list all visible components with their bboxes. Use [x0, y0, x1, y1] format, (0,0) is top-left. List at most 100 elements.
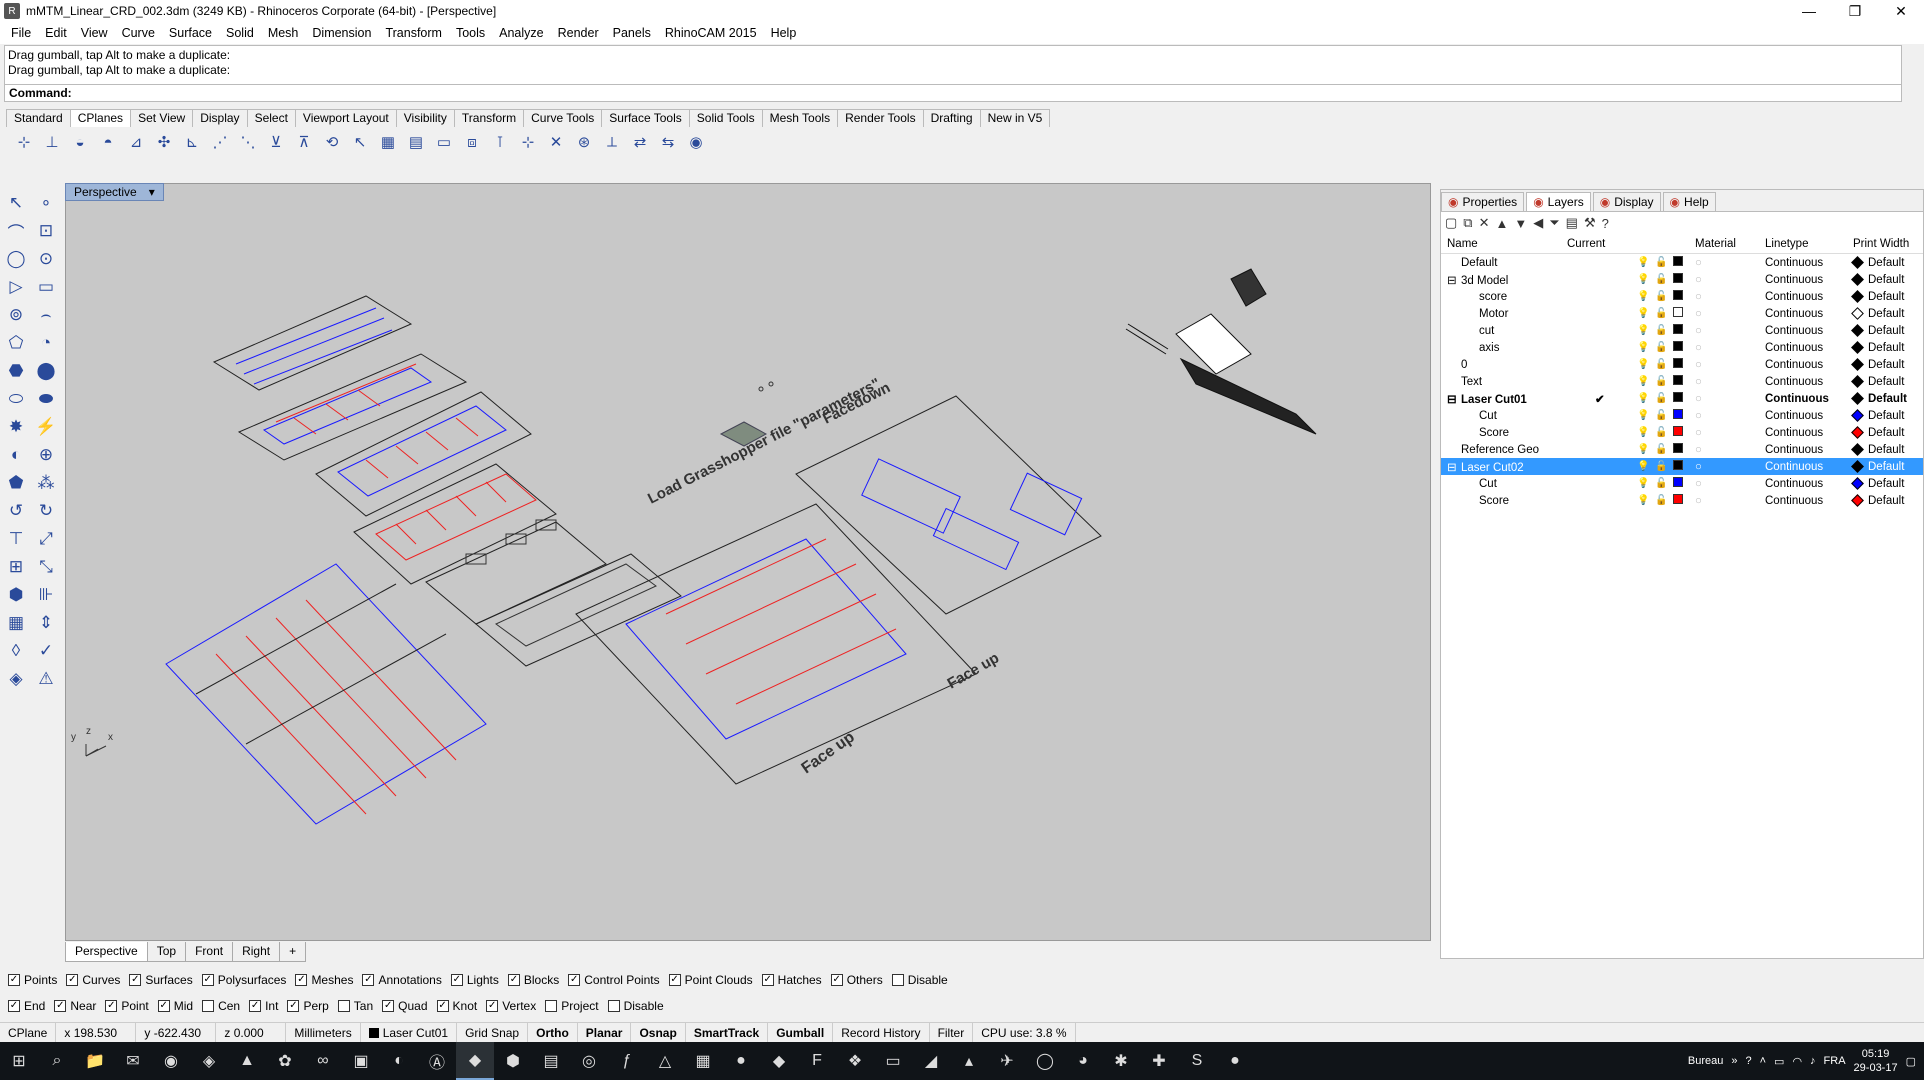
hatch-icon[interactable]: ⊪ — [32, 581, 60, 609]
tab-solid-tools[interactable]: Solid Tools — [688, 109, 763, 127]
filter-control-points[interactable]: ✓ Control Points — [568, 973, 660, 987]
windows-start-icon[interactable]: ⊞ — [0, 1042, 38, 1080]
checkbox[interactable]: ✓ — [201, 974, 214, 986]
checkbox[interactable]: ✓ — [486, 1000, 499, 1012]
lock-icon[interactable]: 🔓 — [1655, 393, 1673, 404]
search-icon[interactable]: ⌕ — [38, 1042, 76, 1080]
menu-item-rhinocam-2015[interactable]: RhinoCAM 2015 — [658, 26, 764, 40]
checkbox[interactable]: ✓ — [8, 1000, 20, 1012]
tab-display[interactable]: Display — [192, 109, 248, 127]
menu-item-render[interactable]: Render — [551, 26, 606, 40]
cplane-grid-icon[interactable]: ▭ — [432, 130, 456, 154]
explode-icon[interactable]: ⚡ — [32, 413, 60, 441]
dimension-icon[interactable]: ⤡ — [32, 553, 60, 581]
checkbox[interactable]: ✓ — [105, 1000, 118, 1012]
toolbar-expand-icon[interactable]: » — [1731, 1055, 1737, 1067]
layer-print-width[interactable]: Default — [1851, 341, 1923, 354]
app-icon[interactable]: ▭ — [874, 1042, 912, 1080]
notifications-icon[interactable]: ▢ — [1906, 1055, 1916, 1068]
material-icon[interactable]: ◈ — [2, 665, 30, 693]
osnap-knot[interactable]: ✓ Knot — [436, 999, 477, 1013]
checkbox[interactable]: ✓ — [761, 974, 774, 986]
tab-select[interactable]: Select — [246, 109, 296, 127]
clock[interactable]: 05:19 29-03-17 — [1854, 1047, 1898, 1075]
layer-print-width[interactable]: Default — [1851, 477, 1923, 490]
col-print-width[interactable]: Print Width — [1853, 238, 1923, 250]
app-icon[interactable]: ◆ — [760, 1042, 798, 1080]
solid-tools-icon[interactable]: ⬤ — [32, 357, 60, 385]
checkbox[interactable]: ✓ — [295, 974, 308, 986]
lightbulb-icon[interactable]: 💡 — [1637, 376, 1655, 387]
filter-blocks[interactable]: ✓ Blocks — [507, 973, 559, 987]
viewport-tab-right[interactable]: Right — [232, 942, 281, 962]
wifi-icon[interactable]: ◠ — [1792, 1055, 1802, 1068]
tools-icon[interactable]: ⚒ — [1584, 215, 1596, 231]
cplane-label[interactable]: CPlane — [0, 1022, 57, 1043]
layer-print-width[interactable]: Default — [1851, 307, 1923, 320]
app-icon[interactable]: ❖ — [836, 1042, 874, 1080]
add-viewport-tab[interactable]: + — [279, 942, 307, 962]
layer-linetype[interactable]: Continuous — [1765, 478, 1853, 490]
layer-print-width[interactable]: Default — [1851, 273, 1923, 286]
filter-icon[interactable]: ⏷ — [1549, 215, 1559, 231]
material-icon[interactable]: ○ — [1695, 393, 1765, 405]
restore-button[interactable]: ❐ — [1832, 0, 1878, 22]
app-icon[interactable]: ✱ — [1102, 1042, 1140, 1080]
layer-color[interactable] — [1673, 256, 1695, 269]
lightbulb-icon[interactable]: 💡 — [1637, 461, 1655, 472]
cplane-curve-icon[interactable]: ⟂ — [600, 130, 624, 154]
material-icon[interactable]: ○ — [1695, 495, 1765, 507]
ortho-toggle[interactable]: Ortho — [528, 1022, 578, 1043]
tab-curve-tools[interactable]: Curve Tools — [523, 109, 603, 127]
language-label[interactable]: FRA — [1824, 1055, 1846, 1067]
app-icon[interactable]: ● — [1216, 1042, 1254, 1080]
rhino-app-icon[interactable]: R — [4, 3, 20, 19]
mail-icon[interactable]: ✉ — [114, 1042, 152, 1080]
cplane-prev-icon[interactable]: ⇆ — [656, 130, 680, 154]
layer-color[interactable] — [1673, 477, 1695, 490]
lock-icon[interactable]: 🔓 — [1655, 342, 1673, 353]
lightbulb-icon[interactable]: 💡 — [1637, 393, 1655, 404]
file-explorer-icon[interactable]: 📁 — [76, 1042, 114, 1080]
cplane-world-top-icon[interactable]: ⊻ — [264, 130, 288, 154]
checkbox[interactable]: ✓ — [362, 974, 375, 986]
command-input[interactable]: Command: — [4, 84, 1902, 102]
layer-linetype[interactable]: Continuous — [1765, 495, 1853, 507]
layer-print-width[interactable]: Default — [1851, 256, 1923, 269]
osnap-cen[interactable]: Cen — [202, 999, 240, 1013]
transform-icon[interactable]: ⬟ — [2, 469, 30, 497]
layer-color[interactable] — [1673, 324, 1695, 337]
minimize-button[interactable]: — — [1786, 0, 1832, 22]
layer-color[interactable] — [1673, 307, 1695, 320]
cplane-next-icon[interactable]: ⇄ — [628, 130, 652, 154]
app-icon[interactable]: ● — [722, 1042, 760, 1080]
checkbox[interactable]: ✓ — [668, 974, 681, 986]
group-icon[interactable]: ⊞ — [2, 553, 30, 581]
checkbox[interactable]: ✓ — [249, 1000, 262, 1012]
named-cplanes-icon[interactable]: ▦ — [376, 130, 400, 154]
new-layer-icon[interactable]: ▢ — [1445, 215, 1457, 231]
osnap-toggle[interactable]: Osnap — [631, 1022, 686, 1043]
layer-print-width[interactable]: Default — [1851, 375, 1923, 388]
planar-toggle[interactable]: Planar — [578, 1022, 632, 1043]
layer-color[interactable] — [1673, 426, 1695, 439]
warning-icon[interactable]: ⚠ — [32, 665, 60, 693]
lock-icon[interactable]: 🔓 — [1655, 359, 1673, 370]
checkbox[interactable]: ✓ — [830, 974, 843, 986]
layer-print-width[interactable]: Default — [1851, 426, 1923, 439]
app-icon[interactable]: ▤ — [532, 1042, 570, 1080]
osnap-project[interactable]: Project — [545, 999, 599, 1013]
layer-color[interactable] — [1673, 392, 1695, 405]
layer-print-width[interactable]: Default — [1851, 290, 1923, 303]
layer-color[interactable] — [1673, 409, 1695, 422]
lightbulb-icon[interactable]: 💡 — [1637, 257, 1655, 268]
undo-cplane-icon[interactable]: ⟲ — [320, 130, 344, 154]
photos-icon[interactable]: ▲ — [228, 1042, 266, 1080]
tray-up-icon[interactable]: ˄ — [1760, 1055, 1766, 1067]
surface-icon[interactable]: ⬠ — [2, 329, 30, 357]
menu-item-solid[interactable]: Solid — [219, 26, 261, 40]
filter-points[interactable]: ✓ Points — [8, 973, 57, 987]
lock-icon[interactable]: 🔓 — [1655, 274, 1673, 285]
layer-linetype[interactable]: Continuous — [1765, 274, 1853, 286]
app-icon[interactable]: ◈ — [190, 1042, 228, 1080]
